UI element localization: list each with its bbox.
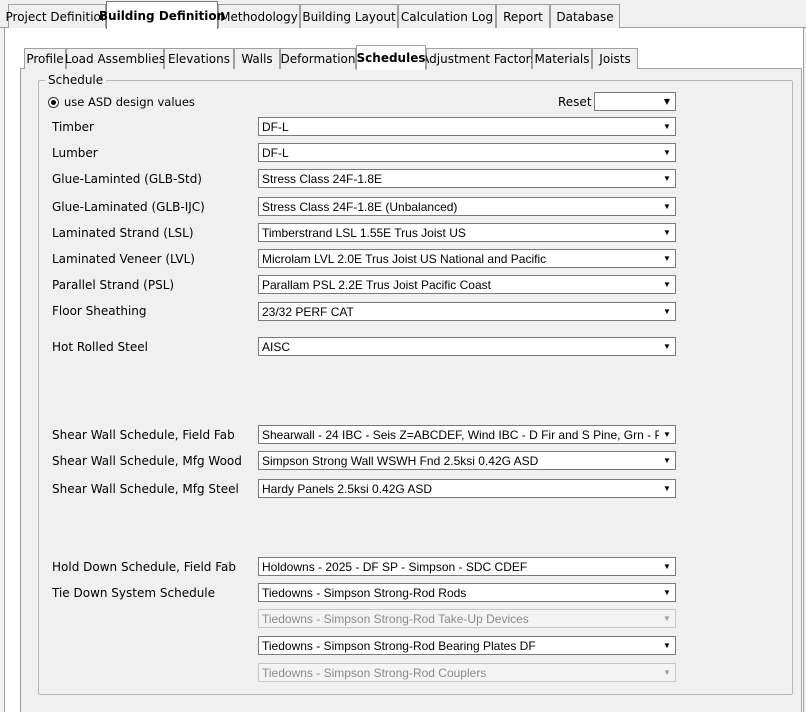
tab-calculation-log[interactable]: Calculation Log [398,4,496,28]
dropdown-value: Stress Class 24F-1.8E [262,171,383,186]
sub-tab-strip: Profile Load Assemblies Elevations Walls… [20,45,802,70]
schedule-group-title: Schedule [45,73,107,87]
lumber-dropdown[interactable]: DF-L ▼ [258,143,676,162]
glb-ijc-label: Glue-Laminated (GLB-IJC) [52,200,205,214]
floor-sheathing-dropdown[interactable]: 23/32 PERF CAT ▼ [258,302,676,321]
subtab-deformation[interactable]: Deformation [280,48,356,69]
shear-wall-mfg-wood-label: Shear Wall Schedule, Mfg Wood [52,454,242,468]
subtab-profile[interactable]: Profile [24,48,66,69]
floor-sheathing-label: Floor Sheathing [52,304,147,318]
subtab-load-assemblies[interactable]: Load Assemblies [65,48,165,69]
asd-radio-row[interactable]: use ASD design values [48,95,195,109]
tie-down-couplers-dropdown: Tiedowns - Simpson Strong-Rod Couplers ▼ [258,663,676,682]
dropdown-value: Parallam PSL 2.2E Trus Joist Pacific Coa… [262,277,491,292]
shear-wall-mfg-steel-label: Shear Wall Schedule, Mfg Steel [52,482,239,496]
chevron-down-icon[interactable]: ▼ [659,558,675,575]
chevron-down-icon: ▼ [659,664,675,681]
tab-building-layout[interactable]: Building Layout [300,4,398,28]
chevron-down-icon[interactable]: ▼ [659,170,675,187]
shear-wall-field-fab-label: Shear Wall Schedule, Field Fab [52,428,235,442]
chevron-down-icon[interactable]: ▼ [659,338,675,355]
chevron-down-icon[interactable]: ▼ [659,198,675,215]
tab-project-definition[interactable]: Project Definition [6,4,109,28]
asd-radio-button[interactable] [48,96,59,108]
lvl-label: Laminated Veneer (LVL) [52,252,195,266]
dropdown-value: Stress Class 24F-1.8E (Unbalanced) [262,199,458,214]
hot-rolled-steel-dropdown[interactable]: AISC ▼ [258,337,676,356]
dropdown-value: Simpson Strong Wall WSWH Fnd 2.5ksi 0.42… [262,453,539,468]
chevron-down-icon[interactable]: ▼ [659,250,675,267]
chevron-down-icon[interactable]: ▼ [659,584,675,601]
subtab-materials[interactable]: Materials [532,48,592,69]
dropdown-value: Hardy Panels 2.5ksi 0.42G ASD [262,481,433,496]
dropdown-value: AISC [262,339,291,354]
chevron-down-icon[interactable]: ▼ [659,303,675,320]
dropdown-value: 23/32 PERF CAT [262,304,354,319]
dropdown-value: Tiedowns - Simpson Strong-Rod Bearing Pl… [262,638,536,653]
hold-down-field-fab-label: Hold Down Schedule, Field Fab [52,560,237,574]
tie-down-system-label: Tie Down System Schedule [52,586,216,600]
chevron-down-icon[interactable]: ▼ [659,144,675,161]
dropdown-value: Tiedowns - Simpson Strong-Rod Take-Up De… [262,611,529,626]
lsl-dropdown[interactable]: Timberstrand LSL 1.55E Trus Joist US ▼ [258,223,676,242]
chevron-down-icon: ▼ [659,610,675,627]
asd-radio-label: use ASD design values [64,95,195,109]
shear-wall-mfg-steel-dropdown[interactable]: Hardy Panels 2.5ksi 0.42G ASD ▼ [258,479,676,498]
dropdown-value: Tiedowns - Simpson Strong-Rod Couplers [262,665,487,680]
tie-down-take-up-dropdown: Tiedowns - Simpson Strong-Rod Take-Up De… [258,609,676,628]
dropdown-value: Shearwall - 24 IBC - Seis Z=ABCDEF, Wind… [262,427,659,442]
dropdown-value: Timberstrand LSL 1.55E Trus Joist US [262,225,466,240]
subtab-schedules[interactable]: Schedules [356,45,426,70]
subtab-walls[interactable]: Walls [234,48,280,69]
chevron-down-icon[interactable]: ▼ [659,480,675,497]
subtab-elevations[interactable]: Elevations [164,48,234,69]
shear-wall-mfg-wood-dropdown[interactable]: Simpson Strong Wall WSWH Fnd 2.5ksi 0.42… [258,451,676,470]
chevron-down-icon[interactable]: ▼ [659,276,675,293]
subtab-joists[interactable]: Joists [592,48,638,69]
tab-methodology[interactable]: Methodology [218,4,300,28]
hold-down-field-fab-dropdown[interactable]: Holdowns - 2025 - DF SP - Simpson - SDC … [258,557,676,576]
lumber-label: Lumber [52,146,98,160]
chevron-down-icon[interactable]: ▼ [659,224,675,241]
tab-database[interactable]: Database [550,4,620,28]
chevron-down-icon[interactable]: ▼ [659,118,675,135]
psl-dropdown[interactable]: Parallam PSL 2.2E Trus Joist Pacific Coa… [258,275,676,294]
dropdown-value: DF-L [262,119,289,134]
dropdown-value: Microlam LVL 2.0E Trus Joist US National… [262,251,547,266]
chevron-down-icon[interactable]: ▼ [659,97,675,106]
main-tab-strip: Project Definition Building Definition M… [0,0,806,29]
chevron-down-icon[interactable]: ▼ [659,452,675,469]
chevron-down-icon[interactable]: ▼ [659,426,675,443]
subtab-adjustment-factors[interactable]: Adjustment Factors [421,48,537,69]
lsl-label: Laminated Strand (LSL) [52,226,194,240]
timber-dropdown[interactable]: DF-L ▼ [258,117,676,136]
dropdown-value: Tiedowns - Simpson Strong-Rod Rods [262,585,467,600]
chevron-down-icon[interactable]: ▼ [659,637,675,654]
glb-std-label: Glue-Laminted (GLB-Std) [52,172,202,186]
hot-rolled-steel-label: Hot Rolled Steel [52,340,148,354]
tab-report[interactable]: Report [496,4,550,28]
lvl-dropdown[interactable]: Microlam LVL 2.0E Trus Joist US National… [258,249,676,268]
dropdown-value: DF-L [262,145,289,160]
tie-down-bearing-plates-dropdown[interactable]: Tiedowns - Simpson Strong-Rod Bearing Pl… [258,636,676,655]
psl-label: Parallel Strand (PSL) [52,278,175,292]
glb-ijc-dropdown[interactable]: Stress Class 24F-1.8E (Unbalanced) ▼ [258,197,676,216]
reset-dropdown[interactable]: ▼ [594,92,676,111]
tab-building-definition[interactable]: Building Definition [99,1,225,29]
timber-label: Timber [52,120,94,134]
shear-wall-field-fab-dropdown[interactable]: Shearwall - 24 IBC - Seis Z=ABCDEF, Wind… [258,425,676,444]
reset-label: Reset [558,95,592,109]
tie-down-rods-dropdown[interactable]: Tiedowns - Simpson Strong-Rod Rods ▼ [258,583,676,602]
glb-std-dropdown[interactable]: Stress Class 24F-1.8E ▼ [258,169,676,188]
dropdown-value: Holdowns - 2025 - DF SP - Simpson - SDC … [262,559,528,574]
